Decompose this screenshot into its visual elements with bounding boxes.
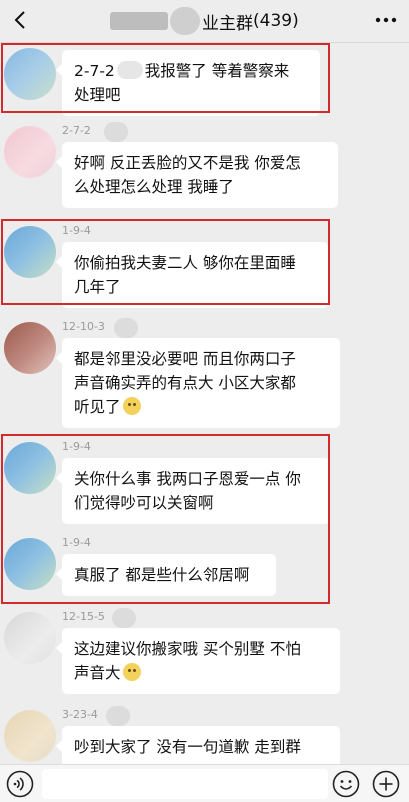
sender-name: 12-10-3: [62, 320, 105, 333]
message-text: 这边建议你搬家哦 买个别墅 不怕: [74, 640, 301, 658]
message-bubble[interactable]: 好啊 反正丢脸的又不是我 你爱怎 么处理怎么处理 我睡了: [56, 142, 338, 208]
sender-name: 3-23-4: [62, 708, 98, 721]
emoji-icon[interactable]: [332, 770, 360, 798]
message-text: 么处理怎么处理 我睡了: [74, 178, 234, 196]
redacted-name: [170, 7, 200, 35]
message-text: 听见了: [74, 398, 121, 416]
message-bubble[interactable]: 都是邻里没必要吧 而且你两口子 声音确实弄的有点大 小区大家都 听见了: [56, 338, 340, 428]
message-bubble[interactable]: 这边建议你搬家哦 买个别墅 不怕 声音大: [56, 628, 340, 694]
more-options-icon[interactable]: [375, 17, 397, 23]
sender-name: 12-15-5: [62, 610, 105, 623]
voice-input-icon[interactable]: [6, 770, 34, 798]
chat-header: 业主群 (439): [0, 0, 409, 43]
highlight-box: [1, 43, 330, 113]
redacted-name: [112, 608, 136, 628]
message-row: 3-23-4 吵到大家了 没有一句道歉 走到群: [0, 706, 409, 764]
avatar[interactable]: [4, 126, 56, 178]
plus-icon[interactable]: [372, 770, 400, 798]
message-bubble[interactable]: 吵到大家了 没有一句道歉 走到群: [56, 726, 340, 764]
message-text: 吵到大家了 没有一句道歉 走到群: [74, 738, 301, 756]
grimace-emoji-icon: [122, 397, 141, 415]
message-text: 声音确实弄的有点大 小区大家都: [74, 374, 296, 392]
avatar[interactable]: [4, 322, 56, 374]
redacted-name: [110, 12, 168, 30]
message-input[interactable]: [42, 769, 328, 799]
chat-title: 业主群 (439): [110, 7, 299, 35]
highlight-box: [1, 219, 330, 305]
message-text: 好啊 反正丢脸的又不是我 你爱怎: [74, 154, 301, 172]
member-count: (439): [253, 11, 299, 31]
avatar[interactable]: [4, 710, 56, 762]
highlight-box: [1, 434, 330, 604]
redacted-name: [106, 706, 130, 726]
message-text: 声音大: [74, 664, 121, 682]
message-row: 12-10-3 都是邻里没必要吧 而且你两口子 声音确实弄的有点大 小区大家都 …: [0, 318, 409, 428]
avatar[interactable]: [4, 612, 56, 664]
message-row: 12-15-5 这边建议你搬家哦 买个别墅 不怕 声音大: [0, 608, 409, 698]
sender-name: 2-7-2: [62, 124, 91, 137]
redacted-name: [114, 318, 138, 338]
message-row: 2-7-2 好啊 反正丢脸的又不是我 你爱怎 么处理怎么处理 我睡了: [0, 122, 409, 212]
group-title: 业主群: [202, 13, 253, 34]
redacted-name: [104, 122, 128, 142]
input-toolbar: [0, 764, 409, 802]
fearful-emoji-icon: [122, 663, 141, 681]
back-chevron-icon[interactable]: [10, 9, 32, 31]
message-text: 都是邻里没必要吧 而且你两口子: [74, 350, 296, 368]
